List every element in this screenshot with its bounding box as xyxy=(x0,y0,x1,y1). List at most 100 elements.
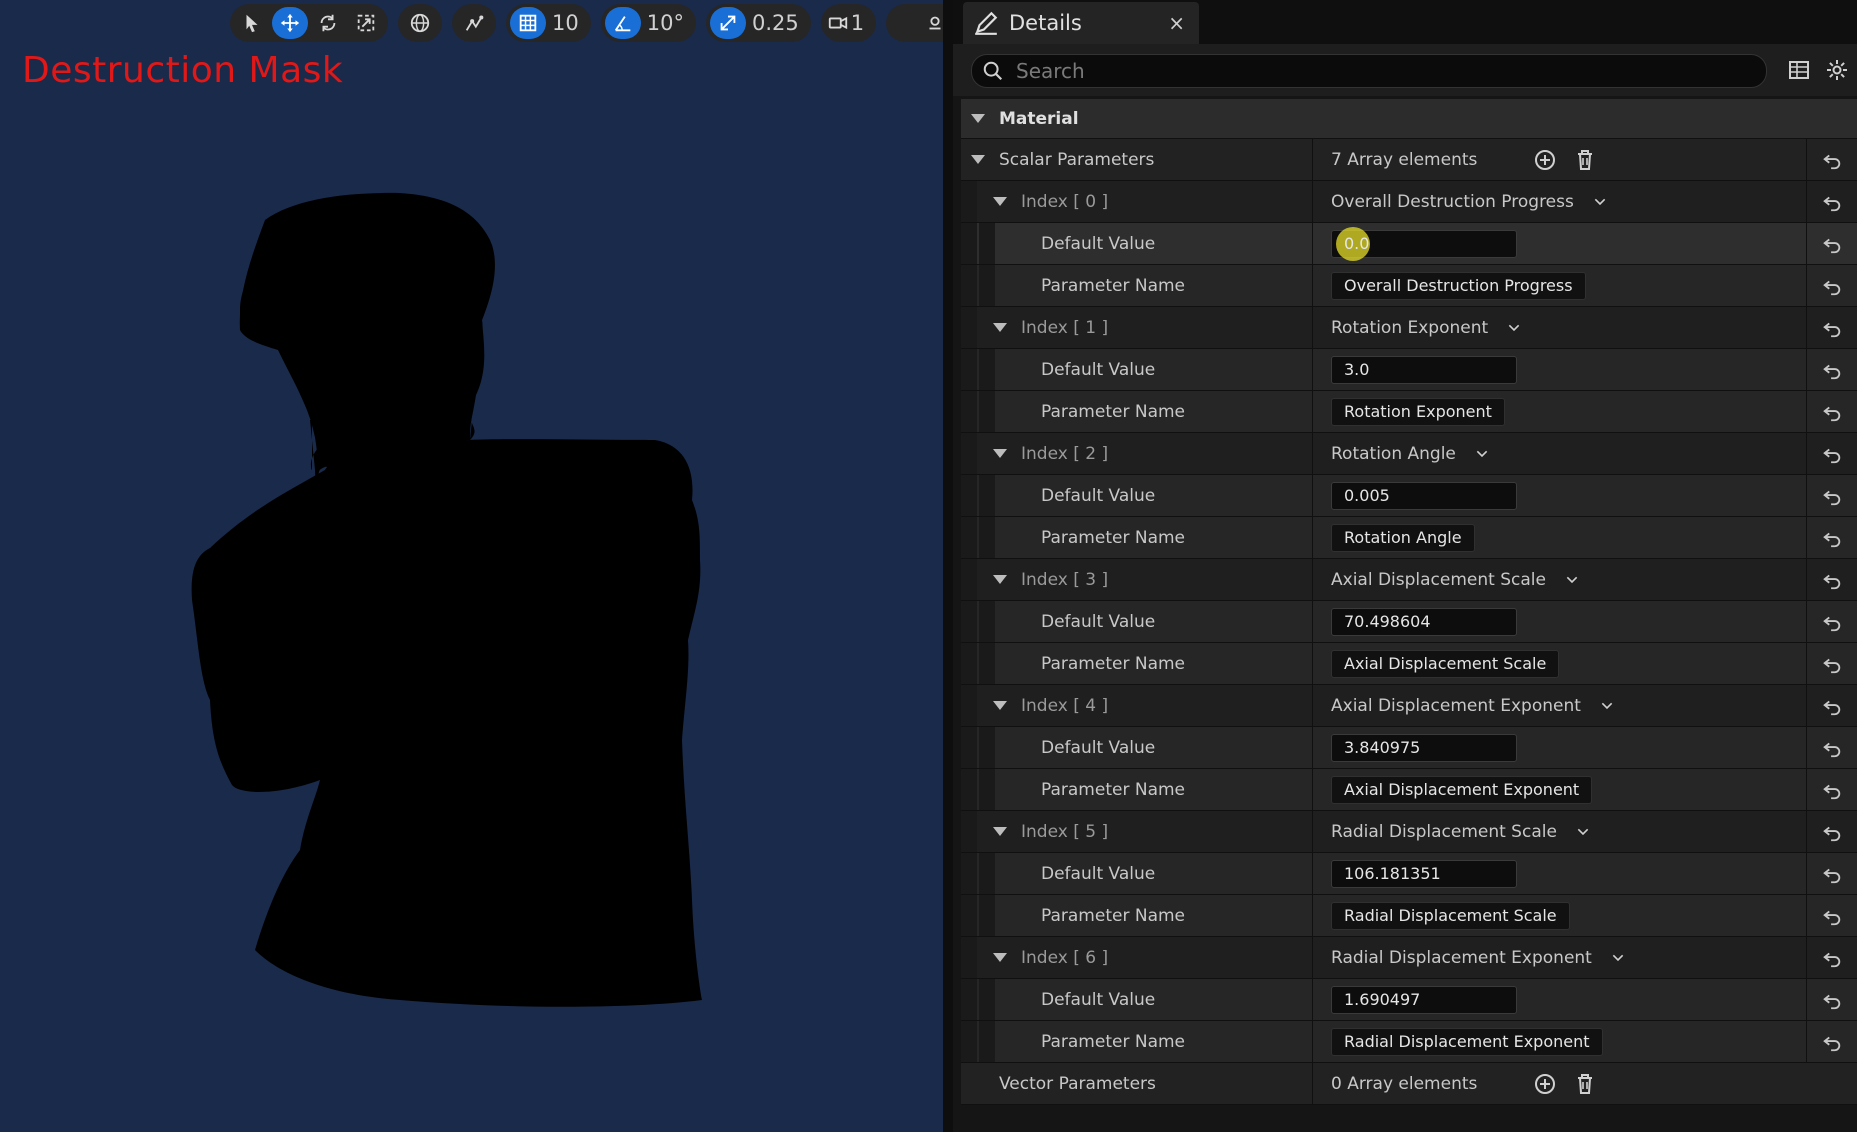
default-value-cell: 0.0 xyxy=(1313,223,1807,264)
reset-to-default-button[interactable] xyxy=(1806,223,1857,264)
parameter-combo-box[interactable]: Axial Displacement Scale xyxy=(1313,570,1580,590)
reset-to-default-button[interactable] xyxy=(1806,685,1857,726)
close-tab-icon[interactable]: × xyxy=(1168,11,1185,35)
parameter-name-input[interactable]: Axial Displacement Exponent xyxy=(1331,775,1593,804)
trash-icon[interactable] xyxy=(1573,1072,1597,1096)
expand-triangle-icon[interactable] xyxy=(993,323,1007,332)
parameter-name-input[interactable]: Radial Displacement Scale xyxy=(1331,901,1570,930)
reset-to-default-button[interactable] xyxy=(1806,979,1857,1020)
add-element-icon[interactable] xyxy=(1533,1072,1557,1096)
parameter-combo-box[interactable]: Radial Displacement Scale xyxy=(1313,822,1591,842)
reset-arrow-icon xyxy=(1823,616,1841,631)
scale-icon xyxy=(357,14,375,32)
parameter-name-row: Parameter Name Radial Displacement Expone… xyxy=(961,1021,1857,1063)
table-view-icon[interactable] xyxy=(1787,58,1811,82)
world-local-toggle[interactable] xyxy=(402,7,438,39)
reset-to-default-button[interactable] xyxy=(1806,895,1857,936)
default-value-input[interactable]: 3.840975 xyxy=(1331,733,1517,762)
default-value-input[interactable]: 3.0 xyxy=(1331,355,1517,384)
scale-snap-toggle[interactable] xyxy=(709,7,746,39)
rotate-tool-button[interactable] xyxy=(310,7,346,39)
parameter-name-label: Parameter Name xyxy=(1041,401,1186,422)
expand-triangle-icon[interactable] xyxy=(993,575,1007,584)
search-box[interactable] xyxy=(971,54,1767,88)
reset-to-default-button[interactable] xyxy=(1806,643,1857,684)
chevron-down-icon xyxy=(1594,198,1606,205)
grid-snap-toggle[interactable] xyxy=(510,7,546,39)
game-view-button[interactable] xyxy=(917,7,943,39)
rotation-snap-value[interactable]: 10° xyxy=(643,7,692,39)
reset-to-default-button[interactable] xyxy=(1806,559,1857,600)
reset-to-default-button[interactable] xyxy=(1806,139,1857,180)
select-tool-button[interactable] xyxy=(234,7,270,39)
reset-to-default-button[interactable] xyxy=(1806,433,1857,474)
level-viewport[interactable]: Destruction Mask 10 10° 0.25 1 xyxy=(0,0,943,1132)
surface-snap-icon xyxy=(465,15,484,31)
combo-label: Rotation Exponent xyxy=(1331,317,1489,338)
reset-to-default-button[interactable] xyxy=(1806,517,1857,558)
parameter-combo-box[interactable]: Rotation Exponent xyxy=(1313,318,1522,338)
scale-snap-value[interactable]: 0.25 xyxy=(748,7,807,39)
search-icon xyxy=(983,61,1003,81)
expand-triangle-icon[interactable] xyxy=(993,449,1007,458)
reset-to-default-button[interactable] xyxy=(1806,769,1857,810)
reset-to-default-button[interactable] xyxy=(1806,727,1857,768)
parameter-combo-box[interactable]: Axial Displacement Exponent xyxy=(1313,696,1615,716)
transform-tools-group xyxy=(230,4,388,42)
camera-speed-button[interactable]: 1 xyxy=(825,7,872,39)
panel-splitter[interactable] xyxy=(943,0,953,1132)
parameter-combo-box[interactable]: Rotation Angle xyxy=(1313,444,1490,464)
expand-triangle-icon[interactable] xyxy=(993,953,1007,962)
grid-snap-value[interactable]: 10 xyxy=(548,7,587,39)
reset-to-default-button[interactable] xyxy=(1806,391,1857,432)
reset-to-default-button[interactable] xyxy=(1806,475,1857,516)
parameter-name-input[interactable]: Rotation Angle xyxy=(1331,523,1475,552)
default-value-row: Default Value 0.005 xyxy=(961,475,1857,517)
reset-arrow-icon xyxy=(1823,238,1841,253)
default-value-input[interactable]: 70.498604 xyxy=(1331,607,1517,636)
parameter-name-input[interactable]: Axial Displacement Scale xyxy=(1331,649,1560,678)
expand-triangle-icon[interactable] xyxy=(971,155,985,164)
default-value-input[interactable]: 0.005 xyxy=(1331,481,1517,510)
surface-snap-button[interactable] xyxy=(456,7,492,39)
default-value-input[interactable]: 1.690497 xyxy=(1331,985,1517,1014)
index-name: Index [ 2 ] xyxy=(961,433,1313,474)
reset-to-default-button[interactable] xyxy=(1806,601,1857,642)
default-value-name: Default Value xyxy=(961,727,1313,768)
reset-arrow-icon xyxy=(1823,910,1841,925)
add-element-icon[interactable] xyxy=(1533,148,1557,172)
gear-icon[interactable] xyxy=(1825,58,1849,82)
expand-triangle-icon[interactable] xyxy=(993,827,1007,836)
parameter-combo-box[interactable]: Overall Destruction Progress xyxy=(1313,192,1608,212)
reset-to-default-button[interactable] xyxy=(1806,307,1857,348)
combo-label: Axial Displacement Exponent xyxy=(1331,695,1581,716)
reset-arrow-icon xyxy=(1823,196,1841,211)
reset-to-default-button[interactable] xyxy=(1806,265,1857,306)
search-input[interactable] xyxy=(1014,58,1718,84)
default-value-input[interactable]: 106.181351 xyxy=(1331,859,1517,888)
expand-triangle-icon[interactable] xyxy=(971,114,985,123)
parameter-name-input[interactable]: Rotation Exponent xyxy=(1331,397,1505,426)
reset-to-default-button[interactable] xyxy=(1806,937,1857,978)
reset-to-default-button[interactable] xyxy=(1806,181,1857,222)
reset-to-default-button[interactable] xyxy=(1806,349,1857,390)
reset-to-default-button[interactable] xyxy=(1806,811,1857,852)
translate-tool-button[interactable] xyxy=(272,7,308,39)
scale-tool-button[interactable] xyxy=(348,7,384,39)
reset-arrow-icon xyxy=(1823,490,1841,505)
parameter-name-input[interactable]: Overall Destruction Progress xyxy=(1331,271,1586,300)
reset-to-default-button[interactable] xyxy=(1806,1021,1857,1062)
default-value-input[interactable]: 0.0 xyxy=(1331,226,1517,261)
expand-triangle-icon[interactable] xyxy=(993,197,1007,206)
rotation-snap-toggle[interactable] xyxy=(604,7,641,39)
trash-icon[interactable] xyxy=(1573,148,1597,172)
reset-arrow-icon xyxy=(1823,322,1841,337)
parameter-combo-box[interactable]: Radial Displacement Exponent xyxy=(1313,948,1626,968)
reset-to-default-button[interactable] xyxy=(1806,853,1857,894)
pencil-icon xyxy=(975,11,998,35)
tab-details[interactable]: Details × xyxy=(963,2,1199,44)
viewport-toolbar: 10 10° 0.25 1 xyxy=(230,3,943,43)
parameter-name-input[interactable]: Radial Displacement Exponent xyxy=(1331,1027,1603,1056)
category-material[interactable]: Material xyxy=(961,99,1857,139)
expand-triangle-icon[interactable] xyxy=(993,701,1007,710)
